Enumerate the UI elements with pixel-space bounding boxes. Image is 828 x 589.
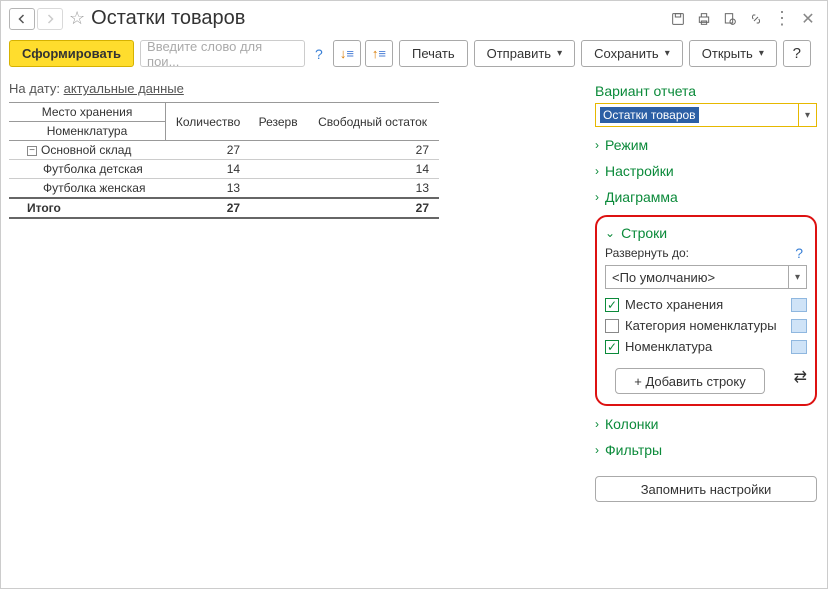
chevron-right-icon: › [595,138,599,152]
expand-combo-value: <По умолчанию> [612,270,715,285]
nav-forward-button[interactable] [37,8,63,30]
sort-asc-button[interactable]: ↓≡ [333,40,361,67]
checkbox[interactable]: ✓ [605,319,619,333]
rows-help-icon[interactable]: ? [791,245,807,261]
print-icon[interactable] [693,8,715,30]
chevron-down-icon[interactable]: ▾ [798,104,816,126]
col-reserve: Резерв [250,103,306,141]
col-storage: Место хранения [9,103,166,122]
table-row[interactable]: Футболка детская 14 14 [9,160,439,179]
field-settings-icon[interactable] [791,298,807,312]
checkbox[interactable]: ✓ [605,298,619,312]
search-help-icon[interactable]: ? [311,46,327,62]
col-nomenclature: Номенклатура [9,122,166,141]
send-button[interactable]: Отправить ▾ [474,40,576,67]
print-button[interactable]: Печать [399,40,468,67]
favorite-star-icon[interactable]: ☆ [69,8,85,29]
table-total-row: Итого 27 27 [9,198,439,218]
chevron-down-icon: ⌄ [605,226,615,240]
section-settings[interactable]: ›Настройки [595,163,817,179]
section-diagram[interactable]: ›Диаграмма [595,189,817,205]
save-button-label: Сохранить [594,46,659,61]
row-field-category: ✓Категория номенклатуры [605,318,807,333]
chevron-right-icon: › [595,417,599,431]
group-name: Основной склад [41,143,131,157]
generate-button[interactable]: Сформировать [9,40,134,67]
report-table: Место хранения Количество Резерв Свободн… [9,102,439,219]
collapse-icon[interactable]: − [27,146,37,156]
add-row-button[interactable]: + Добавить строку [615,368,765,394]
remember-settings-button[interactable]: Запомнить настройки [595,476,817,502]
save-icon[interactable] [667,8,689,30]
section-mode[interactable]: ›Режим [595,137,817,153]
section-rows[interactable]: ⌄Строки [605,225,807,241]
table-row[interactable]: Футболка женская 13 13 [9,179,439,199]
checkbox[interactable]: ✓ [605,340,619,354]
chevron-down-icon: ▾ [759,48,764,59]
row-field-storage: ✓Место хранения [605,297,807,312]
chevron-down-icon: ▾ [665,48,670,59]
variant-title: Вариант отчета [595,83,817,99]
search-input[interactable]: Введите слово для пои... [140,40,305,67]
col-free: Свободный остаток [306,103,439,141]
help-button[interactable]: ? [783,40,811,67]
variant-select[interactable]: Остатки товаров ▾ [595,103,817,127]
row-field-nomenclature: ✓Номенклатура [605,339,807,354]
close-icon[interactable]: ✕ [797,8,819,30]
rows-panel: ⌄Строки Развернуть до: ? <По умолчанию> … [595,215,817,406]
preview-icon[interactable] [719,8,741,30]
shuffle-icon[interactable]: ⇄ [794,367,807,387]
section-columns[interactable]: ›Колонки [595,416,817,432]
save-button[interactable]: Сохранить ▾ [581,40,683,67]
table-row[interactable]: −Основной склад 27 27 [9,141,439,160]
chevron-down-icon[interactable]: ▾ [788,266,806,288]
date-prefix: На дату: [9,81,60,96]
field-settings-icon[interactable] [791,340,807,354]
page-title: Остатки товаров [91,7,245,30]
sort-desc-button[interactable]: ↑≡ [365,40,393,67]
section-filters[interactable]: ›Фильтры [595,442,817,458]
chevron-right-icon: › [595,164,599,178]
date-filter: На дату: актуальные данные [9,81,581,96]
nav-back-button[interactable] [9,8,35,30]
expand-to-label: Развернуть до: [605,246,689,260]
link-icon[interactable] [745,8,767,30]
chevron-down-icon: ▾ [557,48,562,59]
expand-combo[interactable]: <По умолчанию> ▾ [605,265,807,289]
variant-value: Остатки товаров [600,107,699,123]
col-qty: Количество [166,103,251,141]
field-settings-icon[interactable] [791,319,807,333]
chevron-right-icon: › [595,443,599,457]
more-icon[interactable]: ⋮ [771,8,793,30]
open-button[interactable]: Открыть ▾ [689,40,777,67]
date-value-link[interactable]: актуальные данные [64,81,184,96]
chevron-right-icon: › [595,190,599,204]
open-button-label: Открыть [702,46,753,61]
send-button-label: Отправить [487,46,551,61]
